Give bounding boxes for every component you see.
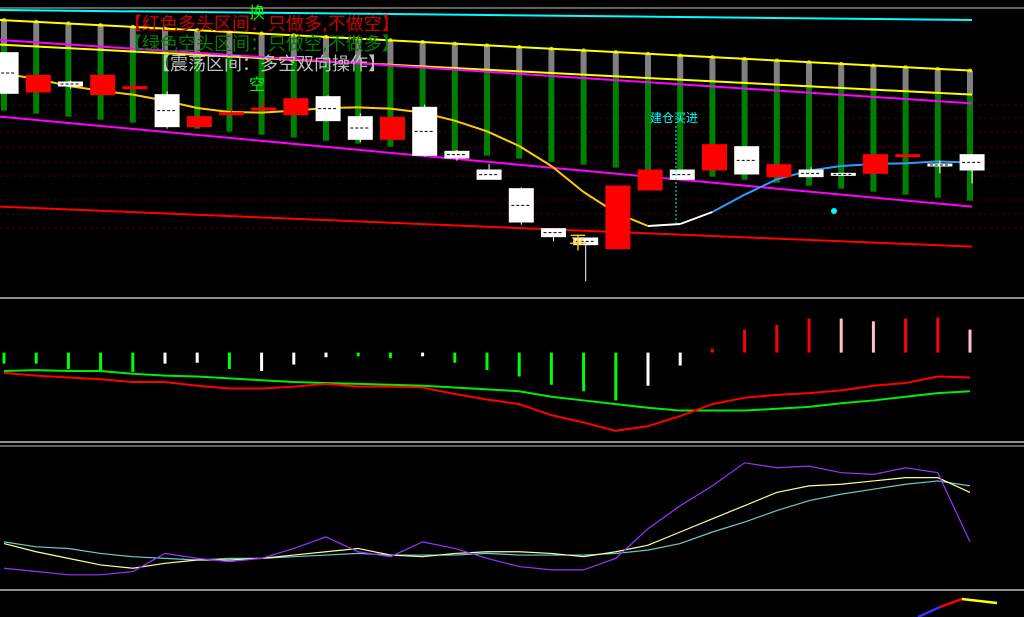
price-column-bar — [612, 76, 619, 168]
candle-body — [122, 86, 148, 90]
price-column-top — [645, 53, 651, 78]
price-column-top — [870, 65, 877, 90]
price-column-top — [451, 43, 458, 68]
candle-body — [702, 144, 727, 171]
candle-body — [766, 164, 792, 178]
price-column-top — [934, 68, 941, 93]
price-column-top — [709, 57, 716, 82]
candle-body — [251, 107, 277, 111]
price-column-top — [773, 60, 780, 85]
legend-bear-text: 【绿色空头区间：只做空,不做多】 — [124, 34, 400, 55]
price-column-top — [612, 52, 619, 77]
price-column-bar — [451, 68, 458, 153]
candle-body — [90, 74, 116, 96]
price-column-top — [580, 50, 587, 75]
candle-body — [283, 98, 309, 116]
price-column-top — [902, 67, 909, 92]
price-column-top — [838, 63, 845, 88]
candle-body — [219, 112, 244, 116]
ma-segment — [358, 106, 391, 110]
price-column-bar — [484, 69, 490, 156]
price-column-bar — [580, 74, 587, 165]
candle-body — [637, 169, 663, 191]
legend-box: 【红色多头区间：只做多,不做空】 【绿色空头区间：只做空,不做多】 【震荡区间：… — [124, 14, 400, 75]
price-column-top — [677, 55, 684, 80]
price-column-bar — [934, 93, 941, 198]
price-column-top — [484, 45, 490, 70]
switch-signal-label: 换 — [249, 3, 265, 22]
price-column-top — [806, 62, 812, 87]
candle-body — [895, 154, 921, 158]
price-column-top — [967, 70, 973, 95]
price-column-bar — [870, 89, 877, 192]
short-signal-label: 空 — [249, 75, 265, 94]
candle-body — [380, 116, 405, 140]
candle-body — [605, 185, 631, 250]
legend-range-text: 【震荡区间：多空双向操作】 — [152, 54, 386, 75]
buy-signal-label: 建仓买进 — [650, 111, 698, 125]
price-column-top — [419, 41, 426, 67]
flat-signal-label: 平 — [569, 233, 587, 254]
candle-body — [25, 74, 51, 93]
price-column-bar — [902, 91, 909, 195]
price-column-bar — [967, 94, 973, 201]
chart-stage: 【红色多头区间：只做多,不做空】 【绿色空头区间：只做空,不做多】 【震荡区间：… — [0, 0, 1024, 617]
price-column-top — [741, 58, 748, 83]
price-column-bar — [677, 79, 684, 174]
price-column-top — [516, 47, 523, 72]
cyan-signal-dot — [831, 208, 837, 214]
candle-body — [186, 116, 212, 128]
price-column-bar — [548, 73, 555, 162]
price-column-top — [548, 48, 555, 73]
candle-body — [863, 154, 888, 174]
